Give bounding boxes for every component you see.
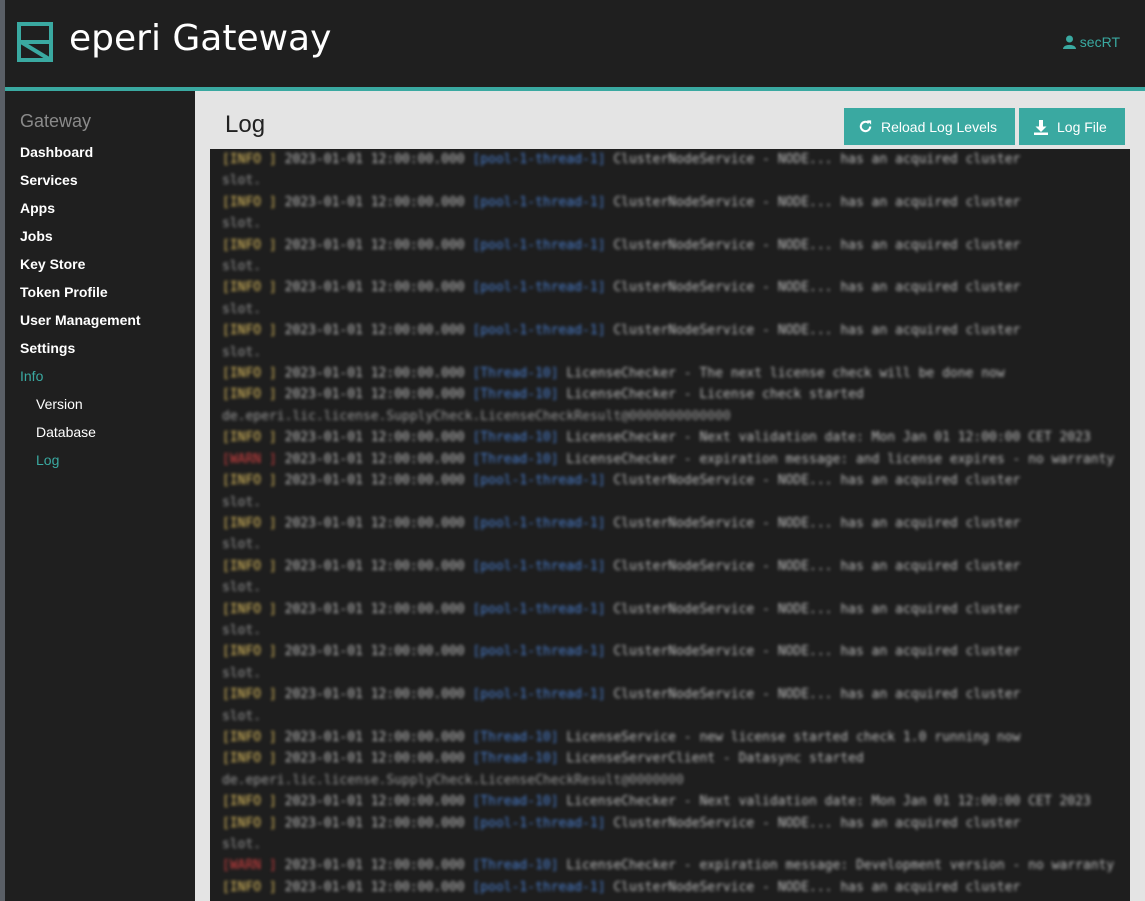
- log-line: [INFO ] 2023-01-01 12:00:00.000 [Thread-…: [222, 794, 1091, 810]
- refresh-icon: [859, 120, 872, 133]
- sidebar-item-user-management[interactable]: User Management: [5, 309, 195, 337]
- log-line: [INFO ] 2023-01-01 12:00:00.000 [Thread-…: [222, 366, 1005, 382]
- log-line: slot.: [222, 301, 262, 317]
- app-title: eperi Gateway: [69, 18, 332, 59]
- log-line: [INFO ] 2023-01-01 12:00:00.000 [pool-1-…: [222, 687, 1021, 703]
- sidebar-item-log[interactable]: Log: [5, 449, 195, 477]
- sidebar-item-jobs[interactable]: Jobs: [5, 225, 195, 253]
- log-file-download-button[interactable]: Log File: [1019, 108, 1125, 145]
- log-line: slot.: [222, 344, 262, 360]
- log-line: [WARN ] 2023-01-01 12:00:00.000 [Thread-…: [222, 451, 1115, 467]
- log-line: slot.: [222, 665, 262, 681]
- reload-log-levels-label: Reload Log Levels: [881, 118, 997, 135]
- log-line: de.eperi.lic.license.SupplyCheck.License…: [222, 408, 731, 424]
- sidebar-item-database[interactable]: Database: [5, 421, 195, 449]
- sidebar-item-key-store[interactable]: Key Store: [5, 253, 195, 281]
- log-line: slot.: [222, 580, 262, 596]
- main-content: Log Reload Log Levels Log File [INFO ] 2…: [195, 91, 1145, 901]
- user-name: secRT: [1079, 34, 1120, 50]
- log-line: [INFO ] 2023-01-01 12:00:00.000 [pool-1-…: [222, 879, 1021, 895]
- log-line: [INFO ] 2023-01-01 12:00:00.000 [pool-1-…: [222, 152, 1021, 167]
- sidebar-item-version[interactable]: Version: [5, 393, 195, 421]
- sidebar-nav: Dashboard Services Apps Jobs Key Store Token …: [5, 141, 195, 477]
- log-line: [INFO ] 2023-01-01 12:00:00.000 [pool-1-…: [222, 194, 1021, 210]
- sidebar-item-dashboard[interactable]: Dashboard: [5, 141, 195, 169]
- top-bar: eperi Gateway secRT: [5, 0, 1145, 87]
- log-line: [WARN ] 2023-01-01 12:00:00.000 [Thread-…: [222, 858, 1115, 874]
- log-line: [INFO ] 2023-01-01 12:00:00.000 [pool-1-…: [222, 280, 1021, 296]
- sidebar-item-info[interactable]: Info: [5, 365, 195, 393]
- download-icon: [1034, 119, 1048, 135]
- log-line: [INFO ] 2023-01-01 12:00:00.000 [pool-1-…: [222, 601, 1021, 617]
- sidebar-item-services[interactable]: Services: [5, 169, 195, 197]
- log-line: slot.: [222, 259, 262, 275]
- log-line: [INFO ] 2023-01-01 12:00:00.000 [pool-1-…: [222, 558, 1021, 574]
- log-line: [INFO ] 2023-01-01 12:00:00.000 [pool-1-…: [222, 473, 1021, 489]
- log-output[interactable]: [INFO ] 2023-01-01 12:00:00.000 [pool-1-…: [210, 149, 1130, 901]
- log-line: [INFO ] 2023-01-01 12:00:00.000 [pool-1-…: [222, 515, 1021, 531]
- sidebar-item-settings[interactable]: Settings: [5, 337, 195, 365]
- log-line: [INFO ] 2023-01-01 12:00:00.000 [pool-1-…: [222, 644, 1021, 660]
- log-line: [INFO ] 2023-01-01 12:00:00.000 [pool-1-…: [222, 323, 1021, 339]
- log-line: slot.: [222, 216, 262, 232]
- sidebar: Gateway Dashboard Services Apps Jobs Key Sto…: [5, 91, 195, 901]
- eperi-logo-icon: [17, 22, 53, 62]
- log-line: slot.: [222, 494, 262, 510]
- sidebar-item-token-profile[interactable]: Token Profile: [5, 281, 195, 309]
- log-line: [INFO ] 2023-01-01 12:00:00.000 [Thread-…: [222, 430, 1091, 446]
- log-lines: [INFO ] 2023-01-01 12:00:00.000 [pool-1-…: [210, 149, 1130, 898]
- reload-log-levels-button[interactable]: Reload Log Levels: [844, 108, 1015, 145]
- log-line: [INFO ] 2023-01-01 12:00:00.000 [pool-1-…: [222, 237, 1021, 253]
- log-line: [INFO ] 2023-01-01 12:00:00.000 [Thread-…: [222, 387, 864, 403]
- log-file-label: Log File: [1057, 118, 1107, 135]
- log-line: slot.: [222, 173, 262, 189]
- log-line: slot.: [222, 622, 262, 638]
- log-line: [INFO ] 2023-01-01 12:00:00.000 [pool-1-…: [222, 815, 1021, 831]
- page-title: Log: [225, 111, 266, 138]
- log-line: slot.: [222, 537, 262, 553]
- log-line: de.eperi.lic.license.SupplyCheck.License…: [222, 772, 684, 788]
- user-menu[interactable]: secRT: [1062, 34, 1120, 50]
- sidebar-item-apps[interactable]: Apps: [5, 197, 195, 225]
- user-icon: [1062, 35, 1076, 49]
- log-line: [INFO ] 2023-01-01 12:00:00.000 [Thread-…: [222, 729, 1021, 745]
- log-line: slot.: [222, 708, 262, 724]
- log-line: [INFO ] 2023-01-01 12:00:00.000 [Thread-…: [222, 751, 864, 767]
- sidebar-heading: Gateway: [20, 111, 92, 131]
- log-line: slot.: [222, 837, 262, 852]
